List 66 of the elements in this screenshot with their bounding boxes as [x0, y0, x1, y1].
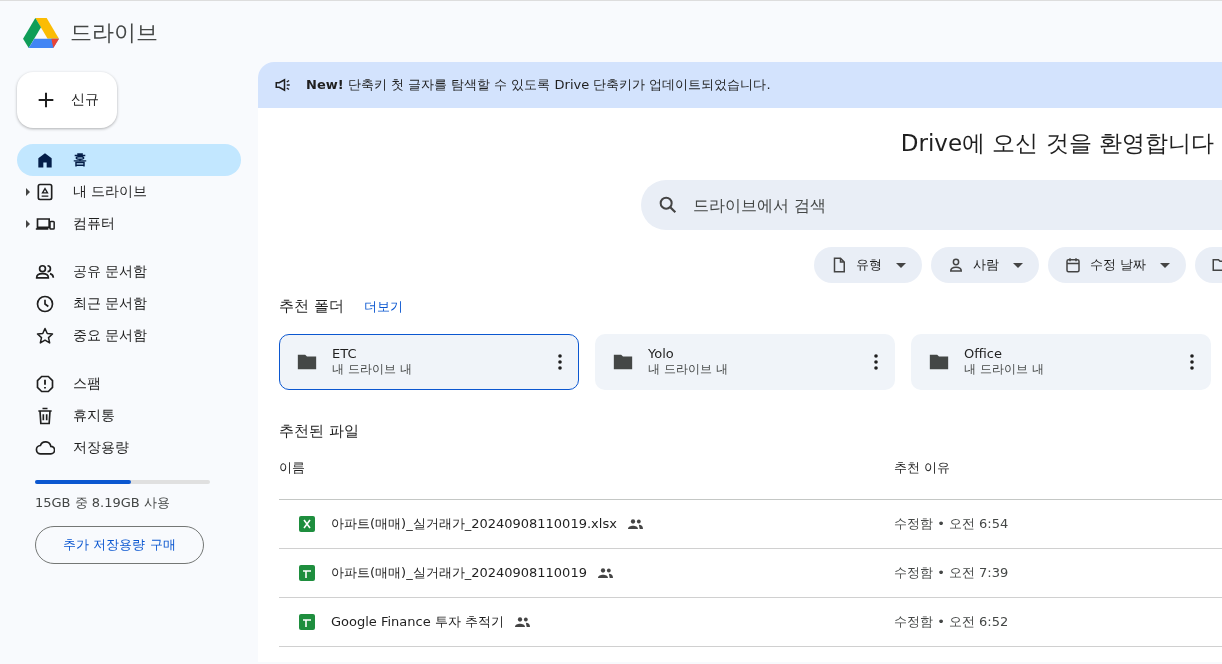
- file-row[interactable]: Google Finance 투자 추적기 수정함 • 오전 6:52: [279, 598, 1222, 647]
- shared-people-icon: [514, 617, 531, 627]
- person-icon: [947, 256, 965, 274]
- filter-chip[interactable]: 사람: [931, 247, 1039, 283]
- folder-card[interactable]: Office 내 드라이브 내: [911, 334, 1211, 390]
- file-name: 아파트(매매)_실거래가_20240908110019: [331, 564, 587, 582]
- file-row[interactable]: 아파트(매매)_실거래가_20240908110019 수정함 • 오전 7:39: [279, 549, 1222, 598]
- sidebar-item[interactable]: 저장용량: [17, 432, 241, 464]
- spreadsheet-icon: [299, 614, 315, 630]
- folder-card[interactable]: ETC 내 드라이브 내: [279, 334, 579, 390]
- sidebar-item[interactable]: 휴지통: [17, 400, 241, 432]
- file-name: Google Finance 투자 추적기: [331, 613, 504, 631]
- expand-caret-icon[interactable]: [26, 188, 30, 196]
- dropdown-caret-icon: [896, 262, 906, 268]
- file-row[interactable]: 아파트(매매)_실거래가_20240908110019.xlsx 수정함 • 오전 6:54: [279, 500, 1222, 549]
- welcome-title: Drive에 오신 것을 환영합니다: [900, 130, 1214, 156]
- trash-icon: [35, 406, 55, 426]
- sidebar-item[interactable]: 공유 문서함: [17, 256, 241, 288]
- drive-logo-icon: [22, 15, 60, 50]
- sidebar-item[interactable]: 홈: [17, 144, 241, 176]
- banner-message: New! 단축키 첫 글자를 탐색할 수 있도록 Drive 단축키가 업데이트되었습니다.: [306, 76, 771, 94]
- folder-name: Office: [964, 346, 1003, 361]
- folder-location: 내 드라이브 내: [332, 361, 413, 378]
- cloud-icon: [35, 438, 55, 458]
- new-button[interactable]: 신규: [17, 72, 117, 128]
- more-options-icon[interactable]: [874, 354, 878, 370]
- dropdown-caret-icon: [1013, 262, 1023, 268]
- sidebar-item[interactable]: 중요 문서함: [17, 320, 241, 352]
- section-title: 추천 폴더: [279, 297, 344, 316]
- more-options-icon[interactable]: [558, 354, 562, 370]
- filter-chip[interactable]: 유형: [814, 247, 922, 283]
- calendar-icon: [1064, 256, 1082, 274]
- spreadsheet-x-icon: [299, 516, 315, 532]
- section-title: 추천된 파일: [279, 422, 360, 441]
- search-field[interactable]: 드라이브에서 검색: [641, 180, 1222, 230]
- sidebar-item[interactable]: 최근 문서함: [17, 288, 241, 320]
- file-name: 아파트(매매)_실거래가_20240908110019.xlsx: [331, 515, 617, 533]
- folder-name: Yolo: [648, 346, 675, 361]
- sidebar-item[interactable]: 컴퓨터: [17, 208, 241, 240]
- people-icon: [35, 262, 55, 282]
- shared-people-icon: [626, 519, 644, 529]
- folder-location: 내 드라이브 내: [648, 361, 729, 378]
- folder-name: ETC: [332, 346, 358, 361]
- column-header: 추천 이유: [894, 459, 952, 477]
- alert-icon: [35, 374, 55, 394]
- megaphone-icon: [274, 76, 292, 94]
- suggestion-reason: 수정함 • 오전 6:52: [894, 613, 1010, 631]
- app-title: 드라이브: [70, 18, 158, 47]
- folder-location: 내 드라이브 내: [964, 361, 1045, 378]
- more-options-icon[interactable]: [1190, 354, 1194, 370]
- star-icon: [35, 326, 55, 346]
- column-header: 이름: [279, 459, 306, 477]
- filter-chip[interactable]: 수정 날짜: [1048, 247, 1187, 283]
- spreadsheet-icon: [299, 565, 315, 581]
- suggestion-reason: 수정함 • 오전 6:54: [894, 515, 1010, 533]
- dropdown-caret-icon: [1160, 262, 1171, 268]
- more-link[interactable]: 더보기: [363, 297, 403, 316]
- sidebar-item[interactable]: 스팸: [17, 368, 241, 400]
- suggestion-reason: 수정함 • 오전 7:39: [894, 564, 1010, 582]
- storage-usage-text: 15GB 중 8.19GB 사용: [35, 494, 171, 512]
- folder-card[interactable]: Yolo 내 드라이브 내: [595, 334, 895, 390]
- drive-icon: [35, 182, 55, 202]
- shared-people-icon: [596, 568, 614, 578]
- sidebar-item[interactable]: 내 드라이브: [17, 176, 241, 208]
- clock-icon: [35, 294, 55, 314]
- expand-caret-icon[interactable]: [26, 220, 30, 228]
